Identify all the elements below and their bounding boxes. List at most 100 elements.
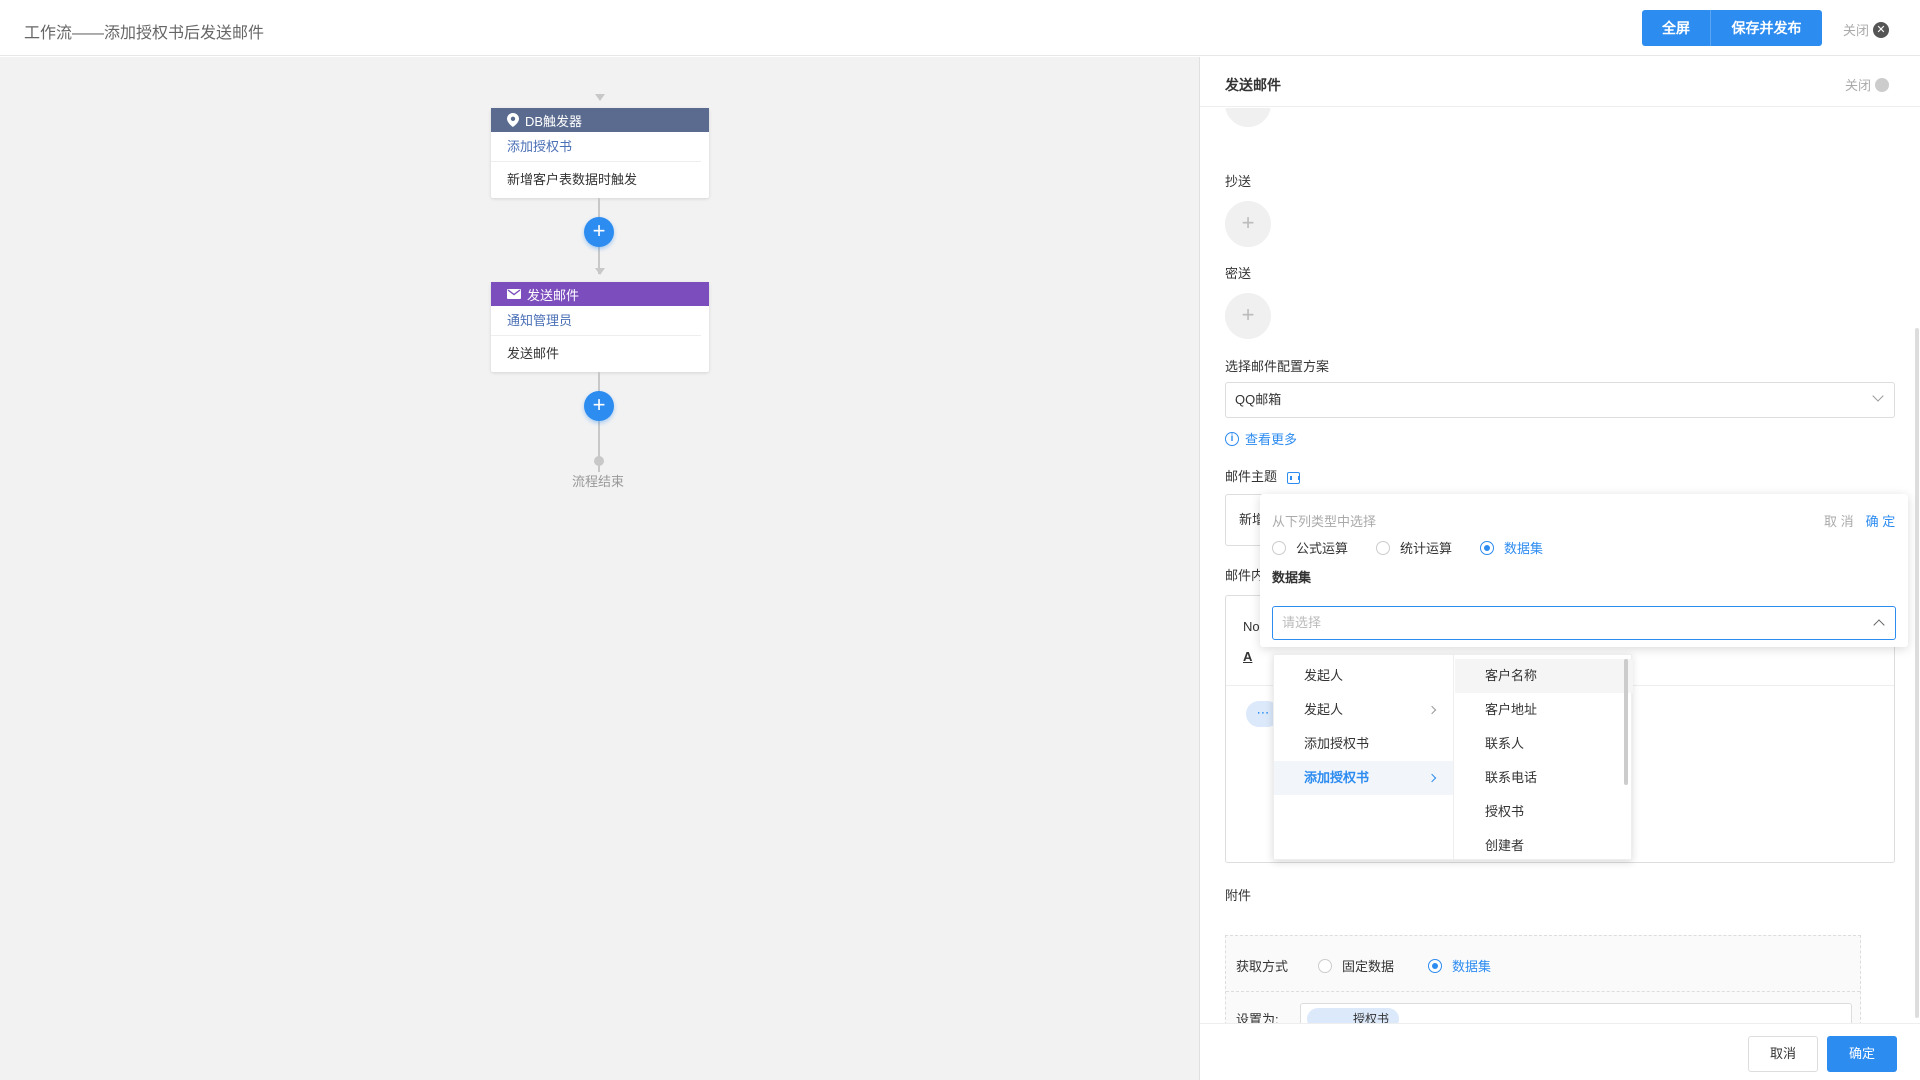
trigger-node[interactable]: DB触发器 添加授权书 新增客户表数据时触发 xyxy=(491,108,709,198)
bcc-label: 密送 xyxy=(1225,266,1252,281)
close-icon xyxy=(1875,77,1890,92)
fullscreen-button[interactable]: 全屏 xyxy=(1642,10,1711,46)
panel-scrollbar[interactable] xyxy=(1915,328,1919,1018)
chevron-right-icon xyxy=(1427,773,1437,783)
cascader-item[interactable]: 发起人 xyxy=(1274,659,1453,693)
radio-dot xyxy=(1318,958,1332,973)
workflow-canvas: DB触发器 添加授权书 新增客户表数据时触发 + 发送邮件 通知管理员 发送邮件… xyxy=(0,57,1199,1080)
mail-node-desc: 发送邮件 xyxy=(507,346,560,361)
dataset-cascader: 发起人 发起人 添加授权书 添加授权书 客户名称 客户地址 联系人 联系电话 授… xyxy=(1273,654,1633,860)
popover-ok-button[interactable]: 确 定 xyxy=(1866,511,1896,530)
add-bcc-button[interactable]: + xyxy=(1225,293,1271,339)
type-option-formula[interactable]: 公式运算 xyxy=(1272,538,1348,557)
view-more-label: 查看更多 xyxy=(1245,432,1298,447)
cascader-item-label: 添加授权书 xyxy=(1304,770,1370,785)
fetch-option-fixed[interactable]: 固定数据 xyxy=(1318,956,1394,975)
attachment-box: 获取方式 固定数据 数据集 设置为: 授权书 xyxy=(1225,935,1861,1023)
attachment-label: 附件 xyxy=(1225,888,1252,903)
subject-label: 邮件主题 xyxy=(1225,466,1300,485)
chevron-right-icon xyxy=(1427,705,1437,715)
cascader-item[interactable]: 添加授权书 xyxy=(1274,727,1453,761)
cascader-item-active[interactable]: 添加授权书 xyxy=(1274,761,1453,795)
variable-popover: 从下列类型中选择 取 消 确 定 公式运算 统计运算 数据集 数据集 请选择 xyxy=(1260,494,1908,647)
add-recipient-button[interactable]: + xyxy=(1225,108,1271,127)
scheme-value: QQ邮箱 xyxy=(1235,392,1282,407)
radio-dot xyxy=(1480,540,1495,555)
mail-node[interactable]: 发送邮件 通知管理员 发送邮件 xyxy=(491,282,709,372)
popover-actions: 取 消 确 定 xyxy=(1824,511,1895,530)
confirm-button[interactable]: 确定 xyxy=(1827,1036,1897,1072)
fetch-option-dataset[interactable]: 数据集 xyxy=(1428,956,1491,975)
close-label: 关闭 xyxy=(1843,23,1870,38)
cascader-field[interactable]: 联系人 xyxy=(1455,727,1633,761)
popover-hint: 从下列类型中选择 xyxy=(1272,514,1377,529)
type-option-stats-label: 统计运算 xyxy=(1400,541,1453,556)
panel-header: 发送邮件 关闭 xyxy=(1200,57,1920,107)
cascader-field[interactable]: 客户名称 xyxy=(1455,659,1633,693)
cascader-scrollbar[interactable] xyxy=(1624,659,1628,785)
fetch-option-dataset-label: 数据集 xyxy=(1452,959,1492,974)
panel-footer: 取消 确定 xyxy=(1200,1023,1920,1080)
panel-close-button[interactable]: 关闭 xyxy=(1845,75,1890,94)
arrow-icon xyxy=(595,94,605,101)
popover-cancel-button[interactable]: 取 消 xyxy=(1824,511,1854,530)
arrow-icon xyxy=(595,268,605,275)
page-title: 工作流——添加授权书后发送邮件 xyxy=(24,25,265,42)
cascader-item[interactable]: 发起人 xyxy=(1274,693,1453,727)
cascader-level2: 客户名称 客户地址 联系人 联系电话 授权书 创建者 xyxy=(1455,655,1633,859)
cascader-field[interactable]: 联系电话 xyxy=(1455,761,1633,795)
type-radio-group: 公式运算 统计运算 数据集 xyxy=(1272,538,1571,557)
mail-node-header: 发送邮件 xyxy=(491,282,709,306)
cascader-item-label: 发起人 xyxy=(1304,702,1344,717)
cascader-field[interactable]: 授权书 xyxy=(1455,795,1633,829)
set-input[interactable]: 授权书 xyxy=(1300,1003,1852,1023)
radio-dot xyxy=(1272,540,1286,555)
cascader-level1: 发起人 发起人 添加授权书 添加授权书 xyxy=(1274,655,1454,859)
mail-node-name: 通知管理员 xyxy=(491,306,701,336)
radio-dot xyxy=(1376,540,1391,555)
type-option-dataset-label: 数据集 xyxy=(1504,541,1544,556)
fetch-label: 获取方式 xyxy=(1236,959,1289,974)
scheme-label: 选择邮件配置方案 xyxy=(1225,359,1330,374)
add-step-button[interactable]: + xyxy=(584,217,614,247)
end-dot xyxy=(594,456,604,466)
header-button-group: 全屏 保存并发布 xyxy=(1642,10,1822,46)
type-option-formula-label: 公式运算 xyxy=(1296,541,1349,556)
fetch-option-fixed-label: 固定数据 xyxy=(1342,959,1395,974)
trigger-node-desc: 新增客户表数据时触发 xyxy=(507,172,638,187)
panel-close-label: 关闭 xyxy=(1845,78,1872,93)
cascader-field[interactable]: 创建者 xyxy=(1455,829,1633,859)
trigger-node-name: 添加授权书 xyxy=(491,132,701,162)
trigger-node-type: DB触发器 xyxy=(525,113,583,129)
cancel-button[interactable]: 取消 xyxy=(1748,1036,1818,1072)
type-option-stats[interactable]: 统计运算 xyxy=(1376,538,1452,557)
font-color-icon[interactable]: A xyxy=(1243,649,1252,664)
type-option-dataset[interactable]: 数据集 xyxy=(1480,538,1543,557)
radio-dot xyxy=(1428,958,1442,973)
top-bar: 工作流——添加授权书后发送邮件 全屏 保存并发布 关闭 ✕ xyxy=(0,0,1920,56)
dataset-select[interactable]: 请选择 xyxy=(1272,606,1896,640)
cascader-field[interactable]: 客户地址 xyxy=(1455,693,1633,727)
add-step-button[interactable]: + xyxy=(584,391,614,421)
chevron-up-icon xyxy=(1873,619,1885,631)
dataset-label: 数据集 xyxy=(1272,570,1312,585)
save-publish-button[interactable]: 保存并发布 xyxy=(1711,10,1822,46)
content-label: 邮件内 xyxy=(1225,568,1265,583)
set-label: 设置为: xyxy=(1236,1012,1279,1023)
set-tag-label: 授权书 xyxy=(1353,1012,1390,1023)
add-cc-button[interactable]: + xyxy=(1225,201,1271,247)
flow-end-label: 流程结束 xyxy=(572,474,625,489)
envelope-icon xyxy=(507,289,521,299)
editor-font-select[interactable]: No xyxy=(1243,619,1260,634)
dataset-placeholder: 请选择 xyxy=(1282,615,1322,630)
set-tag: 授权书 xyxy=(1307,1008,1400,1023)
trigger-node-header: DB触发器 xyxy=(491,108,709,132)
location-pin-icon xyxy=(507,113,519,127)
chevron-down-icon xyxy=(1872,390,1884,402)
scheme-select[interactable]: QQ邮箱 xyxy=(1225,382,1895,418)
insert-variable-icon[interactable] xyxy=(1286,471,1300,484)
close-button[interactable]: 关闭 ✕ xyxy=(1843,20,1890,39)
view-more-link[interactable]: i 查看更多 xyxy=(1225,429,1297,448)
cc-label: 抄送 xyxy=(1225,174,1252,189)
close-icon: ✕ xyxy=(1873,21,1890,38)
